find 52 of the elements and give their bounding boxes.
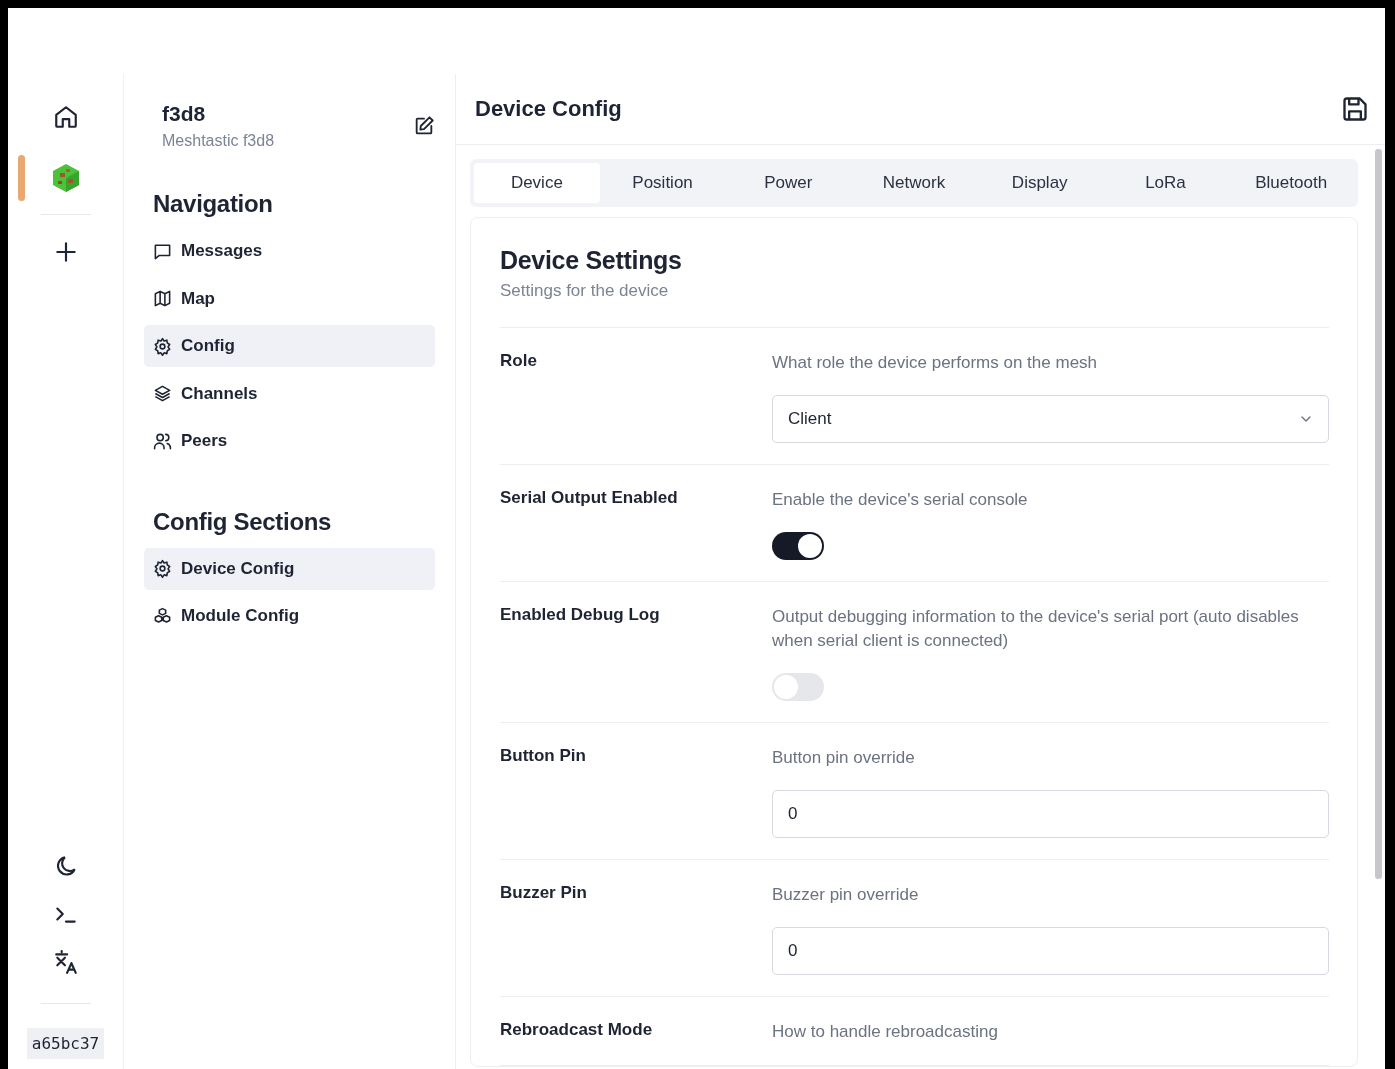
- number-field[interactable]: 0: [772, 790, 1329, 838]
- section-heading: Navigation: [152, 189, 274, 219]
- tab[interactable]: LoRa: [1102, 163, 1229, 203]
- tab[interactable]: Bluetooth: [1228, 163, 1355, 203]
- setting-label: Rebroadcast Mode: [500, 1020, 654, 1041]
- number-field[interactable]: 0: [772, 927, 1329, 975]
- save-icon[interactable]: [1341, 95, 1369, 123]
- sidebar-item[interactable]: Channels: [144, 372, 435, 415]
- tab[interactable]: Position: [599, 163, 726, 203]
- users-icon: [153, 431, 172, 451]
- map-icon: [153, 289, 172, 308]
- tab[interactable]: Display: [976, 163, 1103, 203]
- setting-label: Role: [500, 351, 538, 372]
- page-title: Device Config: [475, 96, 622, 122]
- setting-label: Serial Output Enabled: [500, 488, 679, 509]
- setting-description: Button pin override: [772, 747, 916, 769]
- setting-label: Buzzer Pin: [500, 883, 588, 904]
- setting-description: Enable the device's serial console: [772, 489, 1029, 511]
- setting-description: Output debugging information to the device's serial port (auto disables when serial client is connected): [772, 606, 1300, 652]
- boxes-icon: [153, 606, 172, 626]
- layers-icon: [153, 384, 172, 403]
- gear-icon: [153, 559, 172, 578]
- toggle-switch[interactable]: [772, 673, 824, 701]
- device-subtitle: Meshtastic f3d8: [162, 132, 275, 150]
- setting-description: Buzzer pin override: [772, 884, 920, 906]
- sidebar-item[interactable]: Device Config: [144, 547, 435, 590]
- setting-label: Enabled Debug Log: [500, 605, 661, 626]
- version-label: a65bc37: [26, 1028, 105, 1059]
- message-icon: [153, 241, 172, 261]
- selection-indicator: [17, 155, 25, 201]
- setting-label: Button Pin: [500, 746, 587, 767]
- role-select[interactable]: Client: [772, 395, 1329, 443]
- tab[interactable]: Device: [474, 163, 600, 203]
- card-subtitle: Settings for the device: [500, 281, 1329, 328]
- home-icon[interactable]: [52, 104, 79, 130]
- sidebar-item[interactable]: Config: [144, 325, 435, 367]
- section-heading: Config Sections: [152, 506, 333, 537]
- device-name: f3d8: [162, 102, 207, 126]
- tab[interactable]: Network: [851, 163, 977, 203]
- setting-description: What role the device performs on the mesh: [772, 352, 1099, 374]
- gear-icon: [153, 336, 172, 356]
- tab[interactable]: Power: [725, 163, 852, 203]
- edit-icon[interactable]: [413, 115, 435, 137]
- sidebar-item[interactable]: Module Config: [144, 595, 435, 637]
- setting-description: How to handle rebroadcasting: [772, 1021, 999, 1043]
- sidebar-item[interactable]: Messages: [144, 230, 435, 272]
- sidebar-item[interactable]: Peers: [144, 420, 435, 462]
- sidebar-item[interactable]: Map: [144, 277, 435, 320]
- scrollbar[interactable]: [1375, 149, 1382, 879]
- language-icon[interactable]: [52, 949, 79, 975]
- toggle-switch[interactable]: [772, 532, 824, 560]
- card-title: Device Settings: [500, 246, 683, 275]
